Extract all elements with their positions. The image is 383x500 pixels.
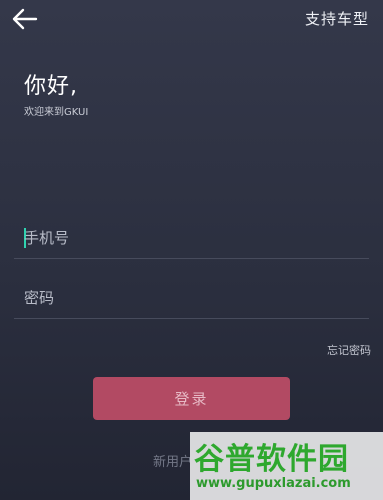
welcome-subtitle: 欢迎来到GKUI <box>24 107 89 118</box>
phone-field <box>14 218 369 259</box>
site-watermark: 谷普软件园 www.gupuxlazai.com <box>190 432 383 500</box>
watermark-url: www.gupuxlazai.com <box>196 476 351 491</box>
top-bar: 支持车型 <box>0 0 383 40</box>
forgot-password-link[interactable]: 忘记密码 <box>327 342 371 358</box>
login-button[interactable]: 登录 <box>93 377 290 420</box>
phone-input[interactable] <box>24 224 354 252</box>
new-user-register-link[interactable]: 新用户 <box>153 451 192 470</box>
arrow-left-icon <box>12 8 38 30</box>
password-field <box>14 278 369 319</box>
password-input[interactable] <box>24 284 354 312</box>
greeting-title: 你好, <box>24 74 78 99</box>
back-button[interactable] <box>10 6 40 32</box>
watermark-logo: 谷普软件园 <box>194 442 349 477</box>
supported-models-link[interactable]: 支持车型 <box>305 8 369 29</box>
